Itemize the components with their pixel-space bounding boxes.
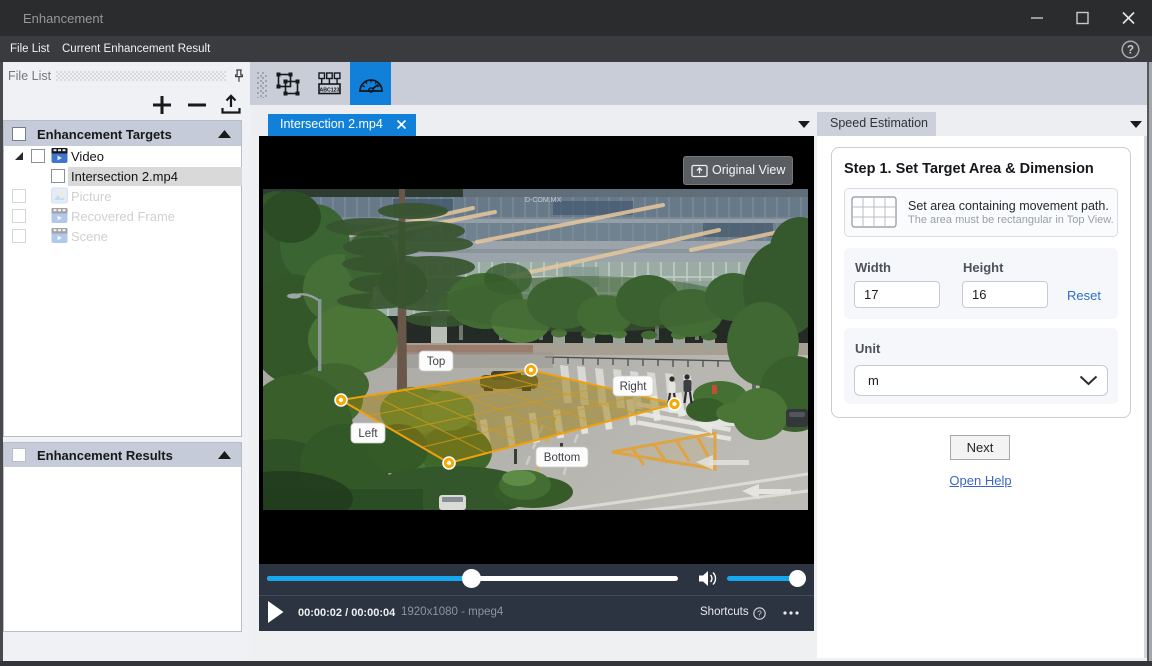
svg-text:?: ? [757, 609, 762, 619]
svg-text:Bottom: Bottom [544, 452, 580, 464]
svg-text:?: ? [1127, 45, 1134, 57]
svg-text:Right: Right [620, 381, 648, 393]
svg-text:D-COM.MX: D-COM.MX [525, 197, 561, 204]
svg-text:Left: Left [358, 428, 378, 440]
svg-text:Top: Top [427, 356, 446, 368]
svg-text:ABC123: ABC123 [320, 87, 340, 93]
